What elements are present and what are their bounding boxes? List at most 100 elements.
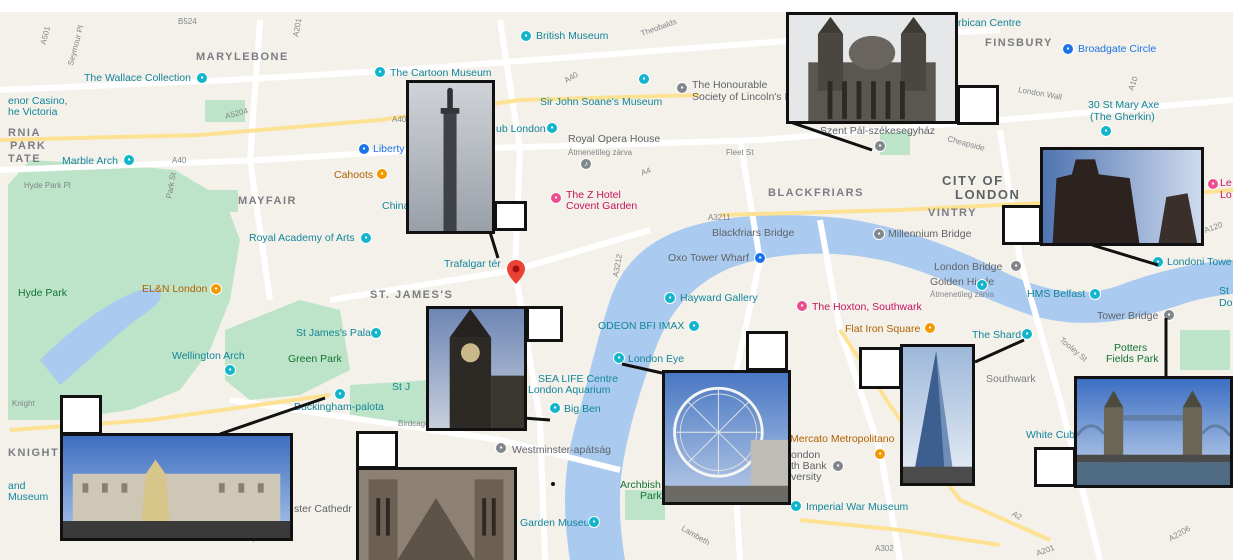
- landmark-icon[interactable]: ▪: [1062, 43, 1074, 55]
- checkbox-london-eye[interactable]: [746, 331, 788, 371]
- poi-ster-cathedral[interactable]: ster Cathedr: [294, 504, 352, 515]
- place-icon[interactable]: ▪: [874, 140, 886, 152]
- poi-wallace-collection[interactable]: The Wallace Collection: [84, 73, 191, 84]
- poi-royal-opera[interactable]: Royal Opera House: [568, 134, 660, 145]
- poi-cartoon-museum[interactable]: The Cartoon Museum: [390, 68, 492, 79]
- bridge-icon[interactable]: ▪: [1163, 309, 1175, 321]
- poi-westminster[interactable]: Westminster-apátság: [512, 445, 611, 456]
- poi-green-park[interactable]: Green Park: [288, 354, 342, 365]
- place-icon[interactable]: ▪: [832, 460, 844, 472]
- photo-tower-bridge[interactable]: [1074, 376, 1233, 488]
- museum-icon[interactable]: ▪: [638, 73, 650, 85]
- food-icon[interactable]: ▪: [874, 448, 886, 460]
- shopping-icon[interactable]: ▪: [358, 143, 370, 155]
- poi-marble-arch[interactable]: Marble Arch: [62, 156, 118, 167]
- poi-white-cube[interactable]: White Cube: [1026, 430, 1081, 441]
- poi-london-bridge[interactable]: London Bridge: [934, 262, 1002, 273]
- photo-buckingham-palace[interactable]: [60, 433, 293, 541]
- cafe-icon[interactable]: ▪: [210, 283, 222, 295]
- poi-wellington-arch[interactable]: Wellington Arch: [172, 351, 245, 362]
- poi-archbish-2[interactable]: Park: [640, 491, 662, 502]
- cinema-icon[interactable]: ▪: [688, 320, 700, 332]
- poi-honourable-1[interactable]: The Honourable: [692, 80, 767, 91]
- poi-barbican[interactable]: rbican Centre: [958, 18, 1021, 29]
- poi-tower-bridge[interactable]: Tower Bridge: [1097, 311, 1158, 322]
- poi-mercato[interactable]: Mercato Metropolitano: [790, 434, 894, 445]
- poi-millennium-bridge[interactable]: Millennium Bridge: [888, 229, 971, 240]
- checkbox-nelsons-column[interactable]: [494, 201, 527, 231]
- hotel-icon[interactable]: ▪: [796, 300, 808, 312]
- museum-icon[interactable]: ▪: [546, 122, 558, 134]
- checkbox-big-ben[interactable]: [526, 306, 563, 342]
- photo-big-ben[interactable]: [426, 306, 527, 431]
- poi-lsb-3[interactable]: versity: [791, 472, 821, 483]
- shopping-icon[interactable]: ▪: [754, 252, 766, 264]
- landmark-icon[interactable]: ▪: [123, 154, 135, 166]
- checkbox-westminster-abbey[interactable]: [356, 431, 398, 469]
- poi-london-tower[interactable]: Londoni Towe: [1167, 257, 1232, 268]
- photo-westminster-abbey[interactable]: [356, 467, 517, 560]
- poi-buckingham[interactable]: Buckingham-palota: [294, 402, 384, 413]
- poi-potters-2[interactable]: Fields Park: [1106, 354, 1159, 365]
- museum-icon[interactable]: ▪: [520, 30, 532, 42]
- poi-honourable-2[interactable]: Society of Lincoln's I: [692, 92, 787, 103]
- poi-mary-axe-1[interactable]: 30 St Mary Axe: [1088, 100, 1159, 111]
- landmark-icon[interactable]: ▪: [1021, 328, 1033, 340]
- bridge-icon[interactable]: ▪: [873, 228, 885, 240]
- photo-nelsons-column[interactable]: [406, 80, 495, 234]
- checkbox-tower-bridge[interactable]: [1034, 447, 1076, 487]
- poi-blackfriars-bridge[interactable]: Blackfriars Bridge: [712, 228, 794, 239]
- poi-trafalgar[interactable]: Trafalgar tér: [444, 259, 501, 270]
- place-icon[interactable]: ▪: [495, 442, 507, 454]
- poi-hyde-park[interactable]: Hyde Park: [18, 288, 67, 299]
- poi-z-hotel-2[interactable]: Covent Garden: [566, 201, 637, 212]
- checkbox-the-shard[interactable]: [859, 347, 902, 389]
- poi-casino-2[interactable]: he Victoria: [8, 107, 57, 118]
- poi-london-eye[interactable]: London Eye: [628, 354, 684, 365]
- music-icon[interactable]: ♪: [580, 158, 592, 170]
- poi-st-d-2[interactable]: Do: [1219, 298, 1232, 309]
- poi-cahoots[interactable]: Cahoots: [334, 170, 373, 181]
- poi-hayward-gallery[interactable]: Hayward Gallery: [680, 293, 758, 304]
- checkbox-st-pauls-cathedral[interactable]: [957, 85, 999, 125]
- poi-the-shard[interactable]: The Shard: [972, 330, 1021, 341]
- food-icon[interactable]: ▪: [924, 322, 936, 334]
- museum-icon[interactable]: ▪: [1152, 256, 1164, 268]
- poi-sea-life-2[interactable]: London Aquarium: [528, 385, 610, 396]
- landmark-icon[interactable]: ▪: [549, 402, 561, 414]
- poi-british-museum[interactable]: British Museum: [536, 31, 608, 42]
- poi-st-d-1[interactable]: St: [1219, 286, 1229, 297]
- photo-london-eye[interactable]: [662, 370, 791, 505]
- hotel-icon[interactable]: ▪: [550, 192, 562, 204]
- museum-icon[interactable]: ▪: [664, 292, 676, 304]
- poi-oxo-tower[interactable]: Oxo Tower Wharf: [668, 253, 749, 264]
- museum-icon[interactable]: ▪: [1089, 288, 1101, 300]
- bar-icon[interactable]: ▪: [376, 168, 388, 180]
- poi-liberty[interactable]: Liberty: [373, 144, 405, 155]
- poi-broadgate[interactable]: Broadgate Circle: [1078, 44, 1156, 55]
- poi-ub-london[interactable]: ub London: [496, 124, 546, 135]
- landmark-icon[interactable]: ▪: [613, 352, 625, 364]
- poi-le-2[interactable]: Lo: [1220, 190, 1232, 201]
- poi-big-ben[interactable]: Big Ben: [564, 404, 601, 415]
- museum-icon[interactable]: ▪: [370, 327, 382, 339]
- map-canvas[interactable]: MARYLEBONE MAYFAIR ST. JAMES'S BLACKFRIA…: [0, 0, 1233, 560]
- poi-hoxton[interactable]: The Hoxton, Southwark: [812, 302, 922, 313]
- poi-odeon[interactable]: ODEON BFI IMAX: [598, 321, 684, 332]
- poi-imperial-war-museum[interactable]: Imperial War Museum: [806, 502, 908, 513]
- poi-royal-academy[interactable]: Royal Academy of Arts: [249, 233, 355, 244]
- checkbox-tower-of-london[interactable]: [1002, 205, 1042, 245]
- bridge-icon[interactable]: ▪: [1010, 260, 1022, 272]
- landmark-icon[interactable]: ▪: [1100, 125, 1112, 137]
- landmark-icon[interactable]: ▪: [334, 388, 346, 400]
- poi-hms-belfast[interactable]: HMS Belfast: [1027, 289, 1085, 300]
- museum-icon[interactable]: ▪: [790, 500, 802, 512]
- poi-mary-axe-2[interactable]: (The Gherkin): [1090, 112, 1155, 123]
- poi-flat-iron[interactable]: Flat Iron Square: [845, 324, 920, 335]
- checkbox-buckingham-palace[interactable]: [60, 395, 102, 435]
- poi-and-museum-2[interactable]: Museum: [8, 492, 48, 503]
- museum-icon[interactable]: ▪: [374, 66, 386, 78]
- landmark-icon[interactable]: ▪: [224, 364, 236, 376]
- red-location-marker-icon[interactable]: [507, 260, 525, 284]
- poi-garden-museum[interactable]: Garden Museum: [520, 518, 598, 529]
